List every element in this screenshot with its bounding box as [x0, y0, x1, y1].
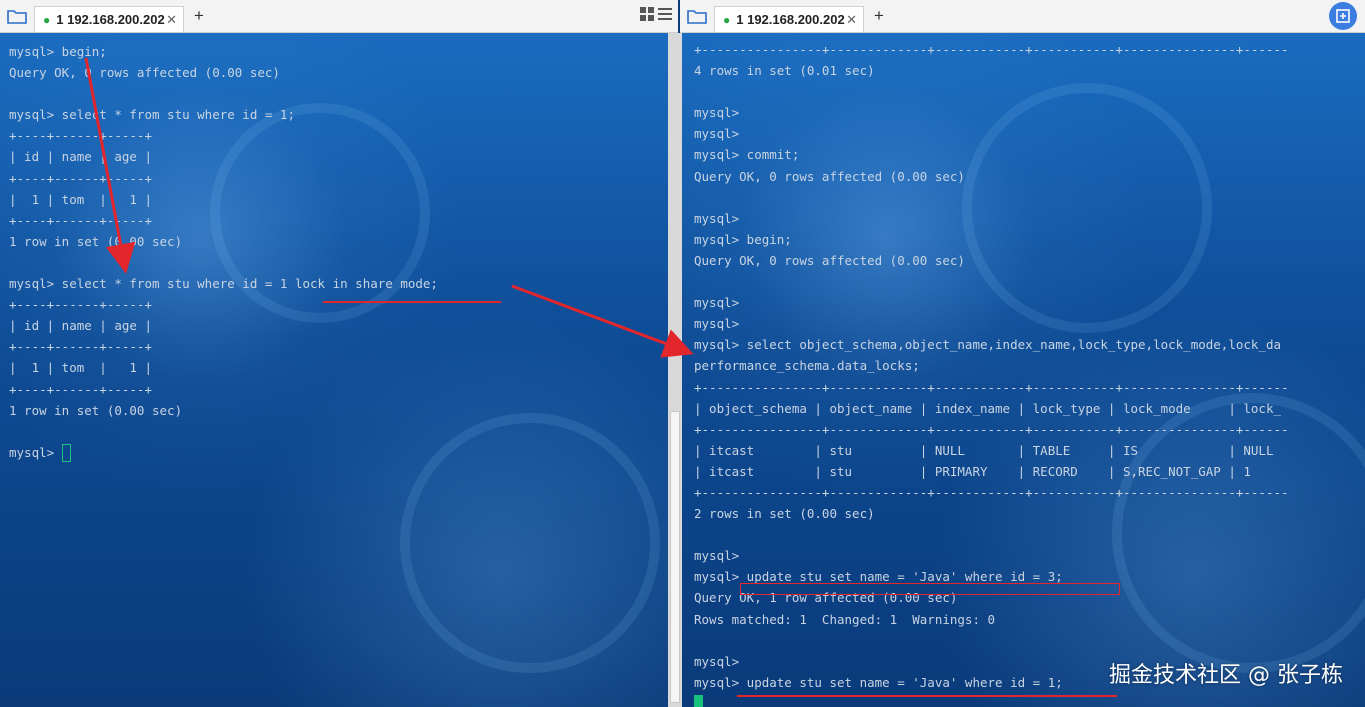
- watermark: 掘金技术社区 @ 张子栋: [1109, 663, 1343, 688]
- annotation-arrows: [84, 57, 694, 358]
- red-arrow: [511, 284, 694, 358]
- red-arrow: [84, 57, 136, 274]
